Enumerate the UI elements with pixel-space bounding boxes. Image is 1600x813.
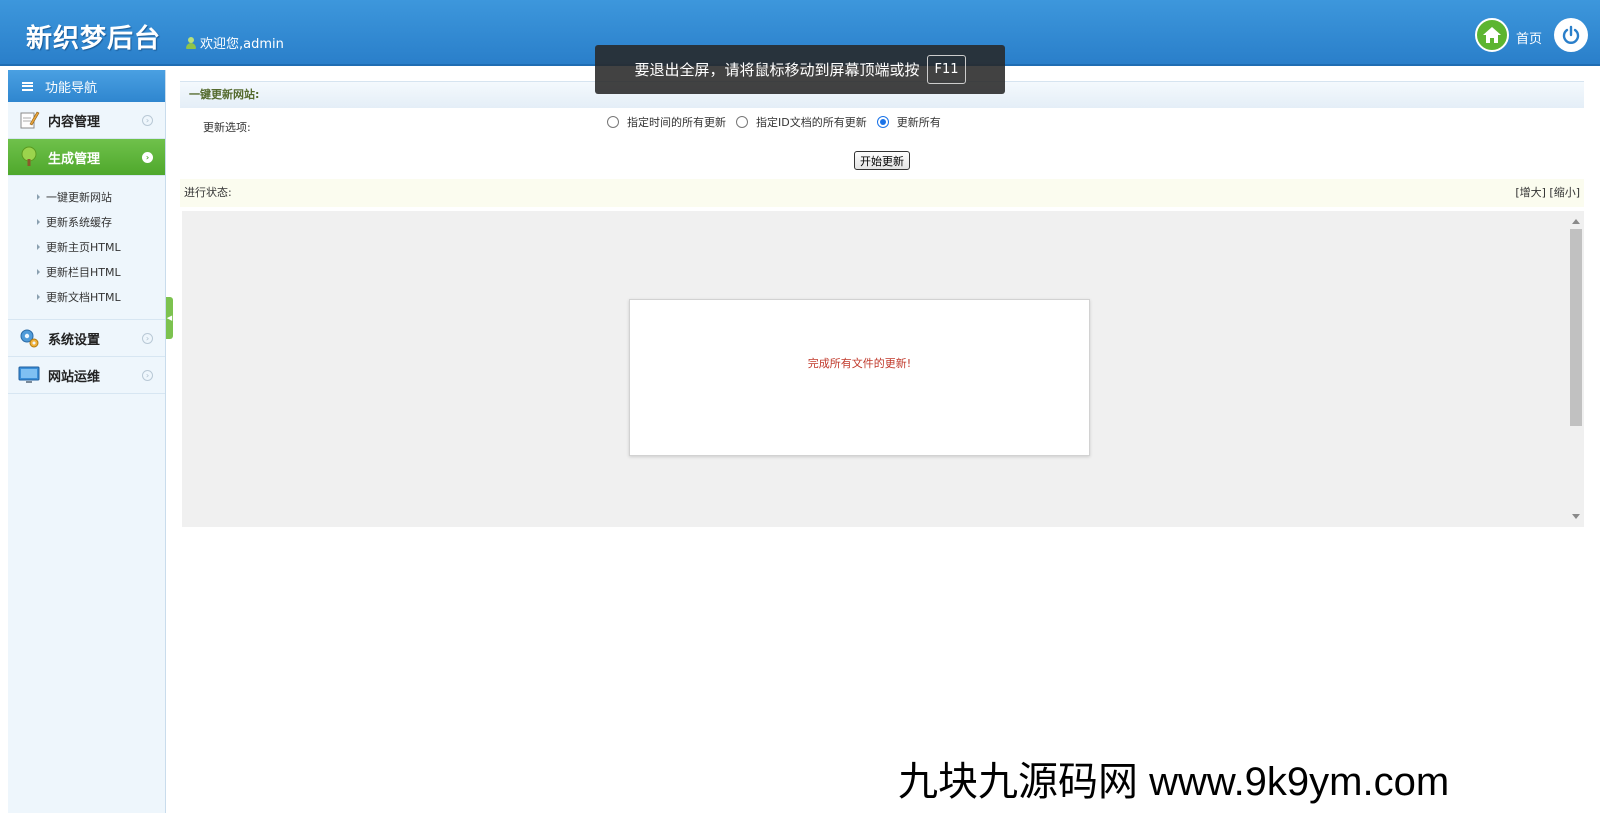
bullet-icon — [37, 218, 40, 225]
sidebar-item-system-settings[interactable]: 系统设置 › — [8, 320, 165, 357]
scroll-down-arrow-icon[interactable] — [1572, 514, 1580, 519]
sidebar-collapse-handle[interactable]: ◀ — [166, 297, 173, 339]
sidebar-item-label: 系统设置 — [48, 332, 101, 348]
bullet-icon — [37, 293, 40, 300]
logout-power-icon[interactable] — [1554, 18, 1588, 52]
bullet-icon — [37, 193, 40, 200]
sub-item-update-cache[interactable]: 更新系统缓存 — [8, 209, 165, 234]
main-content: 一键更新网站: 更新选项: 指定时间的所有更新 指定ID文档的所有更新 更新所有… — [180, 70, 1584, 813]
chevron-right-icon: › — [142, 152, 153, 163]
sub-item-label: 更新主页HTML — [46, 240, 121, 254]
radio-label: 指定时间的所有更新 — [627, 116, 726, 129]
home-icon[interactable] — [1475, 18, 1509, 52]
sidebar-item-generate-management[interactable]: 生成管理 › — [8, 139, 165, 176]
update-options-label: 更新选项: — [203, 121, 251, 134]
zoom-in-link[interactable]: [增大] — [1515, 186, 1546, 199]
sub-item-update-column-html[interactable]: 更新栏目HTML — [8, 259, 165, 284]
chevron-right-icon: › — [142, 333, 153, 344]
sub-item-label: 更新系统缓存 — [46, 215, 112, 229]
home-link[interactable]: 首页 — [1516, 28, 1542, 47]
monitor-icon — [18, 364, 40, 386]
sidebar-title: 功能导航 — [8, 70, 165, 102]
result-message: 完成所有文件的更新! — [807, 356, 912, 370]
scroll-thumb[interactable] — [1570, 229, 1582, 426]
bullet-icon — [37, 268, 40, 275]
status-label: 进行状态: — [184, 186, 232, 199]
sub-item-label: 更新栏目HTML — [46, 265, 121, 279]
vertical-scrollbar[interactable] — [1568, 211, 1584, 527]
radio-label: 指定ID文档的所有更新 — [756, 116, 867, 129]
sidebar-item-label: 网站运维 — [48, 369, 101, 385]
fullscreen-exit-toast: 要退出全屏，请将鼠标移动到屏幕顶端或按 F11 — [595, 45, 1005, 94]
pencil-notepad-icon — [18, 109, 40, 131]
watermark-text: 九块九源码网 www.9k9ym.com — [898, 760, 1450, 804]
sidebar-item-content-management[interactable]: 内容管理 › — [8, 102, 165, 139]
radio-by-id[interactable] — [736, 116, 748, 128]
toast-message: 要退出全屏，请将鼠标移动到屏幕顶端或按 — [634, 61, 920, 79]
tree-icon — [18, 146, 40, 168]
radio-update-all[interactable] — [876, 116, 889, 128]
radio-label: 更新所有 — [896, 116, 941, 129]
progress-status-bar: 进行状态: [增大] [缩小] — [180, 179, 1584, 207]
welcome-message: 欢迎您,admin — [186, 33, 284, 52]
sidebar-nav: 功能导航 内容管理 › 生成管理 › 一键更新网站 更新系统缓存 更新主页HTM… — [8, 70, 166, 813]
chevron-right-icon: › — [142, 370, 153, 381]
radio-by-time[interactable] — [607, 116, 619, 128]
sidebar-item-site-maintenance[interactable]: 网站运维 › — [8, 357, 165, 394]
sub-menu: 一键更新网站 更新系统缓存 更新主页HTML 更新栏目HTML 更新文档HTML — [8, 176, 165, 320]
user-icon — [186, 36, 196, 49]
result-box: 完成所有文件的更新! — [629, 299, 1090, 456]
sidebar-item-label: 生成管理 — [48, 151, 101, 167]
welcome-text: 欢迎您,admin — [200, 37, 284, 52]
sub-item-one-click-update[interactable]: 一键更新网站 — [8, 184, 165, 209]
sub-item-update-home-html[interactable]: 更新主页HTML — [8, 234, 165, 259]
zoom-controls: [增大] [缩小] — [1515, 179, 1580, 207]
toast-key: F11 — [927, 55, 966, 84]
update-options-group: 指定时间的所有更新 指定ID文档的所有更新 更新所有 — [607, 114, 951, 130]
start-update-button[interactable]: 开始更新 — [854, 151, 910, 170]
app-logo: 新织梦后台 — [26, 24, 162, 54]
list-icon — [22, 81, 33, 91]
sub-item-update-article-html[interactable]: 更新文档HTML — [8, 284, 165, 309]
sidebar-title-text: 功能导航 — [45, 80, 98, 96]
sub-item-label: 更新文档HTML — [46, 290, 121, 304]
status-frame: 完成所有文件的更新! — [182, 211, 1584, 527]
sidebar-item-label: 内容管理 — [48, 114, 101, 130]
zoom-out-link[interactable]: [缩小] — [1549, 186, 1580, 199]
bullet-icon — [37, 243, 40, 250]
chevron-right-icon: › — [142, 115, 153, 126]
gears-icon — [18, 327, 40, 349]
scroll-up-arrow-icon[interactable] — [1572, 219, 1580, 224]
sub-item-label: 一键更新网站 — [46, 190, 112, 204]
